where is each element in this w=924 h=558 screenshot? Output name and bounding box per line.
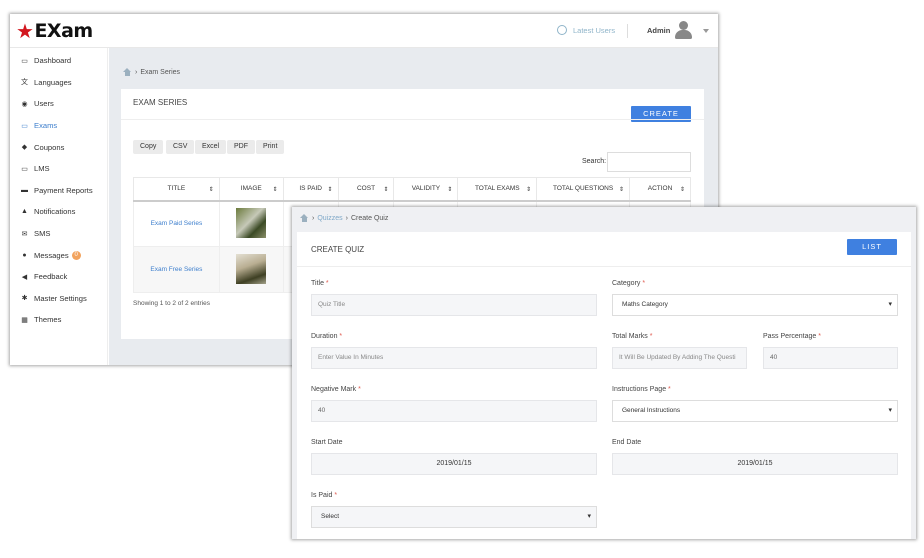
exam-logo[interactable]: ★ EXam (16, 18, 93, 44)
negative-mark-input[interactable]: 40 (311, 400, 597, 422)
sidebar-item-users[interactable]: ◉ Users (10, 93, 107, 115)
comments-icon: ● (22, 251, 27, 259)
quiz-title-input[interactable]: Quiz Title (311, 294, 597, 316)
bell-icon: ▲ (21, 208, 28, 216)
column-header-image[interactable]: IMAGE ⇕ (218, 177, 284, 202)
sidebar-item-payment-reports[interactable]: ▬ Payment Reports (10, 180, 107, 202)
pass-percentage-label: Pass Percentage * (763, 333, 821, 340)
table-header-row: TITLE ⇕ IMAGE ⇕ IS PAID ⇕ COST ⇕ VALIDITY ⇕ T… (133, 177, 691, 202)
sidebar-item-messages[interactable]: ● Messages 0 (10, 244, 107, 266)
is-paid-select[interactable]: Select (311, 506, 597, 528)
duration-input[interactable]: Enter Value In Minutes (311, 347, 597, 369)
megaphone-icon: ◀ (21, 273, 28, 281)
monitor-icon: ▭ (21, 165, 28, 173)
chevron-down-icon[interactable] (703, 29, 709, 33)
sidebar-item-languages[interactable]: 文 Languages (10, 72, 107, 94)
search-label: Search: (582, 158, 607, 165)
start-date-label: Start Date (311, 439, 343, 446)
sidebar: ▭ Dashboard 文 Languages ◉ Users ▭ Exams ◆ Cou… (10, 48, 108, 365)
column-header-validity[interactable]: VALIDITY ⇕ (393, 177, 459, 202)
breadcrumb: › Exam Series (123, 68, 180, 76)
sort-icon: ⇕ (679, 187, 685, 193)
sidebar-item-feedback[interactable]: ◀ Feedback (10, 266, 107, 288)
column-header-total-questions[interactable]: TOTAL QUESTIONS ⇕ (536, 177, 631, 202)
sort-icon: ⇕ (208, 187, 214, 193)
page-title: CREATE QUIZ (311, 245, 365, 254)
latest-users-link[interactable]: Latest Users (557, 25, 615, 35)
sidebar-item-dashboard[interactable]: ▭ Dashboard (10, 50, 107, 72)
copy-button[interactable]: Copy (133, 140, 164, 154)
home-icon[interactable] (123, 68, 132, 76)
page-title: EXAM SERIES (133, 98, 188, 107)
breadcrumb: › Quizzes › Create Quiz (300, 214, 388, 222)
create-quiz-card: CREATE QUIZ LIST Title * Quiz Title Cate… (297, 232, 911, 539)
category-label: Category * (612, 280, 646, 287)
start-date-input[interactable]: 2019/01/15 (311, 453, 597, 475)
sidebar-item-sms[interactable]: ✉ SMS (10, 223, 107, 245)
column-header-cost[interactable]: COST ⇕ (337, 177, 395, 202)
star-icon: ★ (16, 19, 34, 43)
duration-label: Duration * (311, 333, 343, 340)
grid-icon: ▦ (21, 316, 28, 324)
sort-icon: ⇕ (619, 187, 625, 193)
credit-card-icon: ▬ (21, 186, 28, 194)
end-date-label: End Date (612, 439, 642, 446)
users-circle-icon (557, 25, 567, 35)
top-bar: ★ EXam Latest Users Admin (10, 14, 718, 48)
sidebar-item-exams[interactable]: ▭ Exams (10, 115, 107, 137)
csv-button[interactable]: CSV (166, 140, 195, 154)
pdf-button[interactable]: PDF (227, 140, 255, 154)
sidebar-item-lms[interactable]: ▭ LMS (10, 158, 107, 180)
users-icon: ◉ (21, 100, 28, 108)
sidebar-item-notifications[interactable]: ▲ Notifications (10, 201, 107, 223)
row-title-link[interactable]: Exam Free Series (150, 266, 202, 273)
divider (121, 119, 704, 120)
series-image (236, 207, 267, 238)
sort-icon: ⇕ (526, 187, 532, 193)
total-marks-label: Total Marks * (612, 333, 653, 340)
gear-icon: ✱ (21, 295, 28, 303)
home-icon[interactable] (300, 214, 309, 222)
excel-button[interactable]: Excel (195, 140, 227, 154)
dashboard-icon: ▭ (21, 57, 28, 65)
print-button[interactable]: Print (256, 140, 285, 154)
series-image (236, 253, 267, 284)
envelope-icon: ✉ (21, 230, 28, 238)
languages-icon: 文 (21, 79, 28, 87)
breadcrumb-current: Create Quiz (350, 214, 389, 222)
instructions-page-label: Instructions Page * (612, 386, 671, 393)
tag-icon: ◆ (21, 144, 28, 152)
sort-icon: ⇕ (383, 187, 389, 193)
search-input[interactable] (607, 152, 691, 172)
breadcrumb-quizzes-link[interactable]: Quizzes (317, 215, 342, 222)
column-header-action[interactable]: ACTION ⇕ (629, 177, 691, 202)
list-button[interactable]: LIST (847, 239, 897, 255)
sort-icon: ⇕ (327, 187, 333, 193)
messages-badge: 0 (71, 250, 81, 260)
avatar[interactable] (675, 21, 692, 39)
sort-icon: ⇕ (272, 187, 278, 193)
category-select[interactable]: Maths Category (612, 294, 898, 316)
sidebar-item-master-settings[interactable]: ✱ Master Settings (10, 288, 107, 310)
total-marks-input[interactable]: It Will Be Updated By Adding The Questi (612, 347, 747, 369)
sort-icon: ⇕ (447, 187, 453, 193)
instructions-page-select[interactable]: General Instructions (612, 400, 898, 422)
column-header-total-exams[interactable]: TOTAL EXAMS ⇕ (457, 177, 538, 202)
create-quiz-window: › Quizzes › Create Quiz CREATE QUIZ LIST… (292, 207, 916, 539)
admin-label[interactable]: Admin (647, 26, 670, 35)
divider (297, 266, 911, 267)
title-label: Title * (311, 280, 329, 287)
divider (627, 24, 628, 38)
is-paid-label: Is Paid * (311, 492, 338, 499)
negative-mark-label: Negative Mark * (311, 386, 361, 393)
monitor-icon: ▭ (21, 122, 28, 130)
column-header-title[interactable]: TITLE ⇕ (133, 177, 220, 202)
row-title-link[interactable]: Exam Paid Series (151, 220, 203, 227)
column-header-is-paid[interactable]: IS PAID ⇕ (282, 177, 339, 202)
sidebar-item-themes[interactable]: ▦ Themes (10, 309, 107, 331)
entries-info: Showing 1 to 2 of 2 entries (133, 300, 210, 307)
end-date-input[interactable]: 2019/01/15 (612, 453, 898, 475)
pass-percentage-input[interactable]: 40 (763, 347, 898, 369)
sidebar-item-coupons[interactable]: ◆ Coupons (10, 136, 107, 158)
